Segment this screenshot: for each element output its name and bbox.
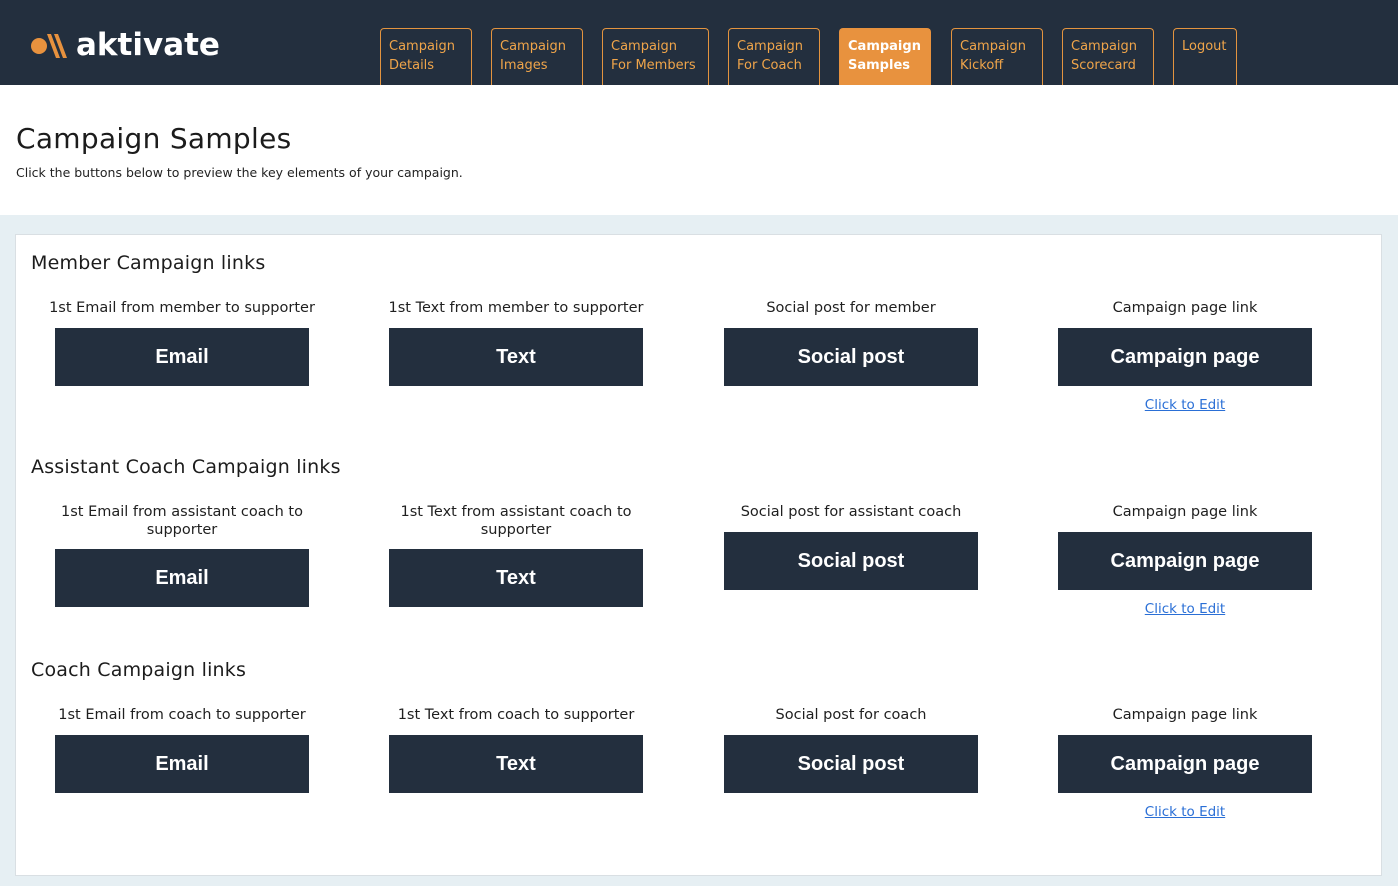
member-section-title: Member Campaign links [31,252,266,274]
member-text-button[interactable]: Text [389,328,643,386]
aktivate-logo-mark-icon [31,34,67,58]
assistant-coach-text-button[interactable]: Text [389,549,643,607]
tab-logout[interactable]: Logout [1173,28,1237,85]
tab-campaign-kickoff[interactable]: Campaign Kickoff [951,28,1043,85]
assistant-coach-click-to-edit-link[interactable]: Click to Edit [1058,601,1312,617]
coach-email-button[interactable]: Email [55,735,309,793]
tab-campaign-samples[interactable]: Campaign Samples [839,28,931,85]
coach-section-title: Coach Campaign links [31,659,247,681]
coach-social-label: Social post for coach [775,707,927,723]
member-email-button[interactable]: Email [55,328,309,386]
member-campaign-page-button[interactable]: Campaign page [1058,328,1312,386]
assistant-coach-campaign-page-button[interactable]: Campaign page [1058,532,1312,590]
coach-campaign-page-button[interactable]: Campaign page [1058,735,1312,793]
member-social-post-button[interactable]: Social post [724,328,978,386]
coach-social-post-button[interactable]: Social post [724,735,978,793]
page-subtitle: Click the buttons below to preview the k… [16,165,463,180]
member-text-label: 1st Text from member to supporter [388,300,644,316]
aktivate-logo[interactable]: aktivate [30,26,220,64]
assistant-coach-email-button[interactable]: Email [55,549,309,607]
coach-email-label: 1st Email from coach to supporter [58,707,306,723]
assistant-coach-social-post-button[interactable]: Social post [724,532,978,590]
coach-click-to-edit-link[interactable]: Click to Edit [1058,804,1312,820]
assistant-coach-social-label: Social post for assistant coach [740,504,962,520]
member-click-to-edit-link[interactable]: Click to Edit [1058,397,1312,413]
member-campaign-page-label: Campaign page link [1112,300,1258,316]
tab-campaign-for-coach[interactable]: Campaign For Coach [728,28,820,85]
tab-campaign-for-members[interactable]: Campaign For Members [602,28,709,85]
assistant-coach-text-label: 1st Text from assistant coach to support… [400,504,632,538]
assistant-coach-section-title: Assistant Coach Campaign links [31,456,341,478]
top-navigation-bar: aktivate Campaign Details Campaign Image… [0,0,1398,85]
tab-campaign-details[interactable]: Campaign Details [380,28,472,85]
coach-campaign-page-label: Campaign page link [1112,707,1258,723]
coach-text-button[interactable]: Text [389,735,643,793]
assistant-coach-email-label: 1st Email from assistant coach to suppor… [61,504,303,538]
assistant-coach-campaign-page-label: Campaign page link [1112,504,1258,520]
member-social-label: Social post for member [766,300,936,316]
page-title: Campaign Samples [16,122,292,155]
coach-text-label: 1st Text from coach to supporter [397,707,635,723]
tab-campaign-scorecard[interactable]: Campaign Scorecard [1062,28,1154,85]
member-email-label: 1st Email from member to supporter [49,300,315,316]
tab-campaign-images[interactable]: Campaign Images [491,28,583,85]
brand-name: aktivate [76,27,220,63]
